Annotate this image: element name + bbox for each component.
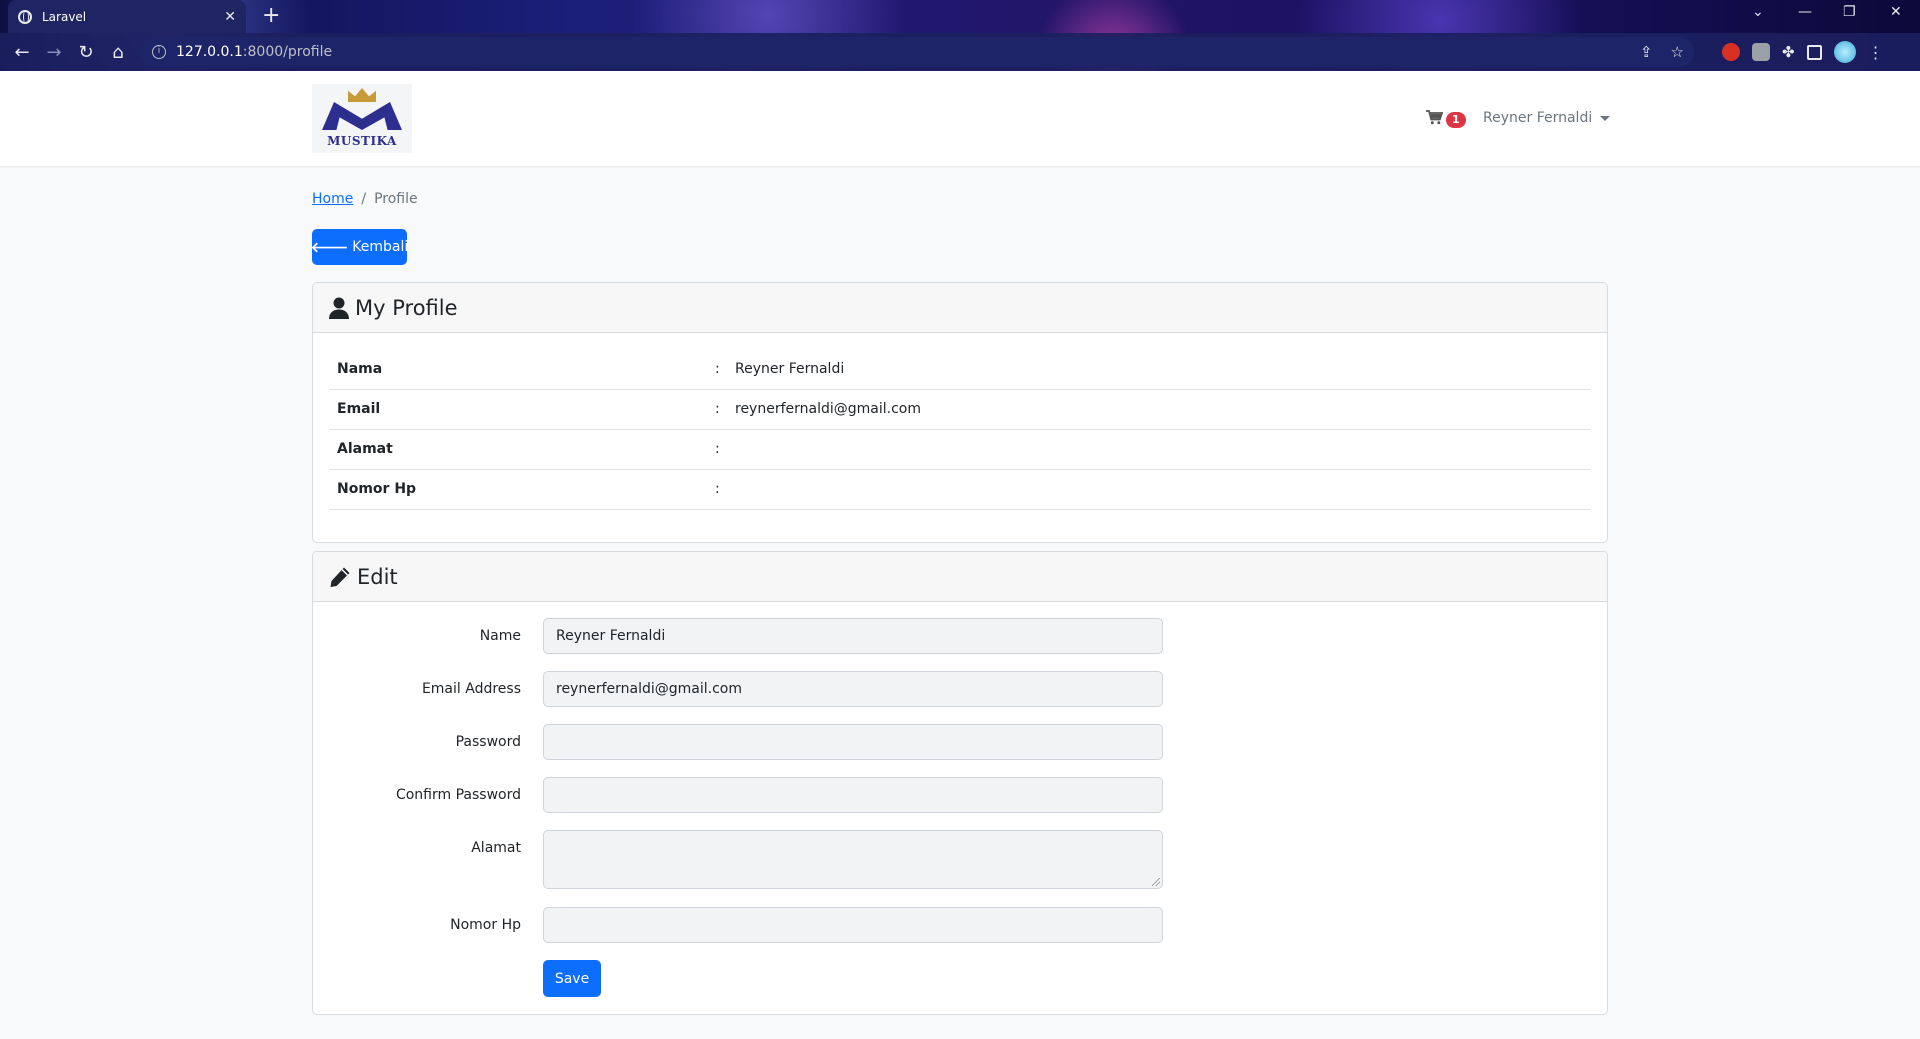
profile-avatar-icon[interactable] bbox=[1833, 41, 1856, 63]
address-bar[interactable]: i 127.0.0.1:8000/profile ⇪ ☆ bbox=[140, 37, 1694, 67]
restore-button[interactable]: ❐ bbox=[1843, 4, 1856, 20]
row-separator: : bbox=[715, 429, 735, 470]
user-name: Reyner Fernaldi bbox=[1483, 110, 1593, 126]
pencil-icon bbox=[329, 566, 351, 588]
email-input[interactable]: reynerfernaldi@gmail.com bbox=[543, 671, 1163, 707]
browser-tab[interactable]: Laravel ✕ bbox=[8, 0, 246, 33]
breadcrumb-current: Profile bbox=[374, 191, 418, 207]
back-button[interactable]: 🡐 Kembali bbox=[310, 229, 409, 265]
caret-down-icon bbox=[1600, 115, 1611, 121]
back-button-label: Kembali bbox=[352, 239, 409, 255]
table-row: Nama : Reyner Fernaldi bbox=[329, 349, 1591, 390]
row-separator: : bbox=[715, 469, 735, 510]
side-panel-icon[interactable] bbox=[1806, 44, 1822, 60]
table-row: Alamat : bbox=[329, 429, 1591, 470]
globe-icon bbox=[18, 9, 32, 24]
nomor-hp-label: Nomor Hp bbox=[450, 917, 521, 933]
name-input[interactable]: Reyner Fernaldi bbox=[543, 618, 1163, 654]
url-host: 127.0.0.1 bbox=[176, 44, 243, 60]
bookmark-star-icon[interactable]: ☆ bbox=[1671, 43, 1684, 61]
minimize-button[interactable]: — bbox=[1798, 4, 1812, 20]
info-icon[interactable]: i bbox=[152, 45, 166, 59]
save-button[interactable]: Save bbox=[543, 960, 601, 997]
row-value: reynerfernaldi@gmail.com bbox=[735, 389, 1591, 430]
site-navbar: MUSTIKA 1 Reyner Fernaldi bbox=[0, 71, 1920, 166]
edit-card-title: Edit bbox=[357, 564, 398, 589]
profile-card-header: My Profile bbox=[313, 283, 1607, 333]
arrow-left-icon: 🡐 bbox=[310, 239, 349, 256]
edit-card-header: Edit bbox=[313, 552, 1607, 602]
user-dropdown[interactable]: Reyner Fernaldi bbox=[1483, 110, 1611, 126]
extension-grey-icon[interactable] bbox=[1752, 43, 1770, 61]
extensions-puzzle-icon[interactable]: ✤ bbox=[1782, 43, 1795, 61]
resize-handle[interactable] bbox=[1152, 878, 1160, 886]
browser-toolbar: ← → ↻ ⌂ i 127.0.0.1:8000/profile ⇪ ☆ ✤ ⋮ bbox=[0, 33, 1920, 71]
browser-chrome: Laravel ✕ + ⌄ — ❐ ✕ ← → ↻ ⌂ i 127.0.0.1:… bbox=[0, 0, 1920, 71]
user-icon bbox=[329, 297, 349, 319]
tab-search-icon[interactable]: ⌄ bbox=[1752, 4, 1764, 20]
row-value bbox=[735, 429, 1591, 470]
new-tab-button[interactable]: + bbox=[262, 4, 280, 28]
row-label: Alamat bbox=[329, 429, 715, 470]
nomor-hp-input[interactable] bbox=[543, 907, 1163, 943]
breadcrumb: Home / Profile bbox=[312, 191, 418, 207]
cart-icon[interactable] bbox=[1426, 110, 1444, 129]
name-label: Name bbox=[479, 628, 521, 644]
close-window-button[interactable]: ✕ bbox=[1890, 4, 1902, 20]
tab-title: Laravel bbox=[42, 9, 87, 24]
forward-icon[interactable]: → bbox=[38, 42, 70, 63]
edit-card: Edit Name Reyner Fernaldi Email Address … bbox=[312, 551, 1608, 1015]
extension-red-icon[interactable] bbox=[1722, 43, 1740, 61]
home-icon[interactable]: ⌂ bbox=[102, 42, 134, 63]
password-input[interactable] bbox=[543, 724, 1163, 760]
row-separator: : bbox=[715, 389, 735, 430]
close-icon[interactable]: ✕ bbox=[224, 9, 236, 25]
row-value: Reyner Fernaldi bbox=[735, 349, 1591, 390]
cart-count-badge: 1 bbox=[1446, 112, 1466, 128]
confirm-password-label: Confirm Password bbox=[395, 787, 521, 803]
menu-kebab-icon[interactable]: ⋮ bbox=[1868, 43, 1884, 62]
profile-card-title: My Profile bbox=[355, 295, 458, 320]
site-logo[interactable]: MUSTIKA bbox=[312, 84, 412, 153]
logo-mark bbox=[322, 102, 402, 130]
breadcrumb-home-link[interactable]: Home bbox=[312, 191, 353, 207]
row-label: Email bbox=[329, 389, 715, 430]
crown-icon bbox=[348, 88, 376, 102]
reload-icon[interactable]: ↻ bbox=[70, 42, 102, 63]
table-row: Email : reynerfernaldi@gmail.com bbox=[329, 389, 1591, 430]
back-icon[interactable]: ← bbox=[6, 42, 38, 63]
profile-card: My Profile Nama : Reyner Fernaldi Email … bbox=[312, 282, 1608, 543]
logo-text: MUSTIKA bbox=[327, 134, 397, 148]
breadcrumb-separator: / bbox=[361, 191, 367, 207]
row-label: Nomor Hp bbox=[329, 469, 715, 510]
share-icon[interactable]: ⇪ bbox=[1640, 43, 1653, 61]
row-value bbox=[735, 469, 1591, 510]
alamat-label: Alamat bbox=[471, 840, 521, 856]
email-label: Email Address bbox=[421, 681, 521, 697]
confirm-password-input[interactable] bbox=[543, 777, 1163, 813]
table-row: Nomor Hp : bbox=[329, 469, 1591, 510]
row-separator: : bbox=[715, 349, 735, 390]
password-label: Password bbox=[455, 734, 521, 750]
profile-table: Nama : Reyner Fernaldi Email : reynerfer… bbox=[329, 349, 1591, 510]
url-path: :8000/profile bbox=[242, 44, 333, 60]
row-label: Nama bbox=[329, 349, 715, 390]
alamat-textarea[interactable] bbox=[543, 830, 1163, 889]
